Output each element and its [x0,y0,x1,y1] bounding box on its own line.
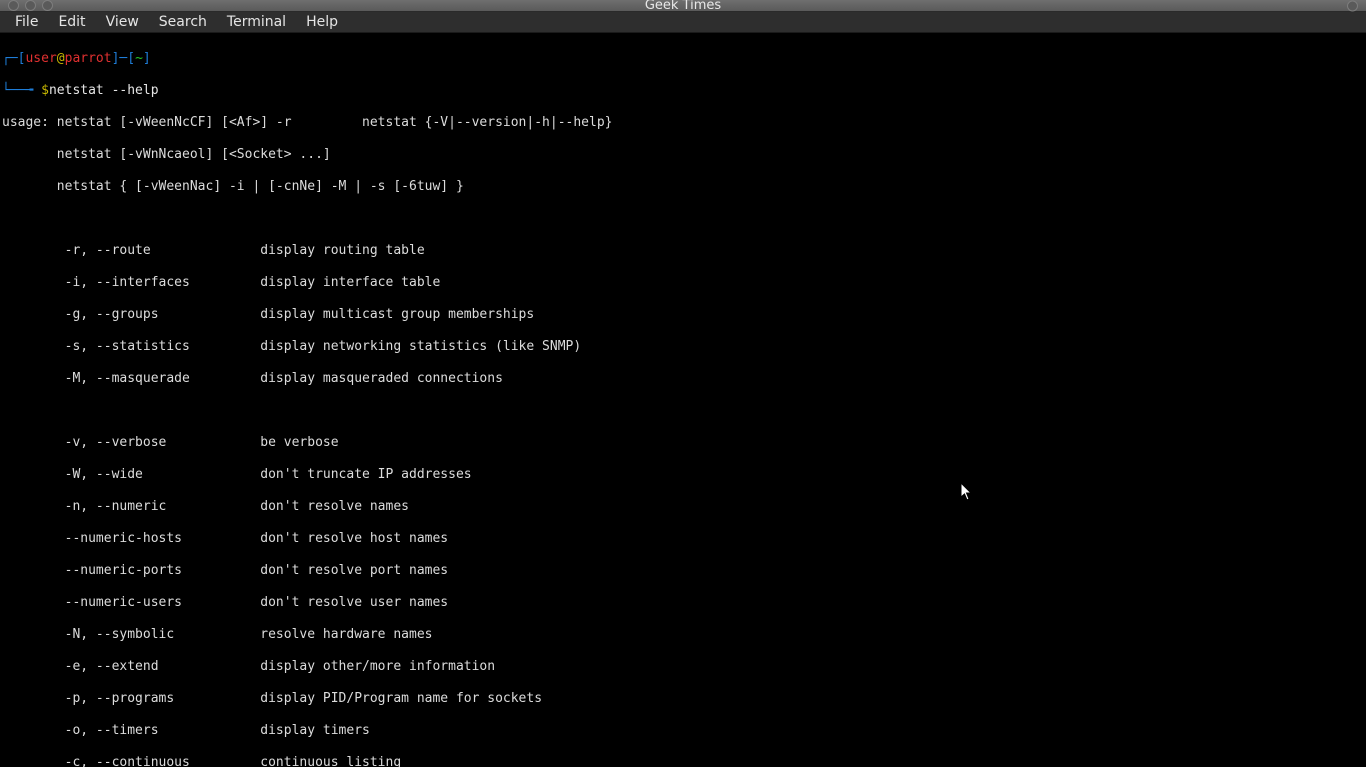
prompt-host: parrot [65,51,112,66]
prompt-user: user [25,51,56,66]
menu-help[interactable]: Help [297,12,347,32]
window-controls [0,0,53,11]
prompt-arm-1: └──╼ $netstat --help [2,83,1364,99]
output-line: usage: netstat [-vWeenNcCF] [<Af>] -r ne… [2,115,1364,131]
command-text: netstat --help [49,83,159,98]
output-line: --numeric-ports don't resolve port names [2,563,1364,579]
prompt-dollar: $ [41,83,49,98]
menu-file[interactable]: File [6,12,47,32]
output-line: -i, --interfaces display interface table [2,275,1364,291]
prompt-cwd: ~ [135,51,143,66]
output-line: -n, --numeric don't resolve names [2,499,1364,515]
terminal-window: Geek Times File Edit View Search Termina… [0,0,1366,767]
output-line: -s, --statistics display networking stat… [2,339,1364,355]
maximize-window-icon[interactable] [42,0,53,11]
prompt-sep: ]─[ [112,51,135,66]
menu-edit[interactable]: Edit [49,12,94,32]
output-line: -e, --extend display other/more informat… [2,659,1364,675]
output-blank [2,403,1364,419]
window-title: Geek Times [0,0,1366,13]
menu-terminal[interactable]: Terminal [218,12,295,32]
output-line: -r, --route display routing table [2,243,1364,259]
output-line: netstat [-vWnNcaeol] [<Socket> ...] [2,147,1364,163]
menu-search[interactable]: Search [150,12,216,32]
output-line: -W, --wide don't truncate IP addresses [2,467,1364,483]
output-line: -M, --masquerade display masqueraded con… [2,371,1364,387]
menu-view[interactable]: View [97,12,148,32]
output-line: -o, --timers display timers [2,723,1364,739]
prompt-at: @ [57,51,65,66]
titlebar[interactable]: Geek Times [0,0,1366,12]
prompt-arm: └──╼ [2,83,41,98]
output-line: netstat { [-vWeenNac] -i | [-cnNe] -M | … [2,179,1364,195]
prompt-line-1: ┌─[user@parrot]─[~] [2,51,1364,67]
output-line: --numeric-hosts don't resolve host names [2,531,1364,547]
output-blank [2,211,1364,227]
menubar: File Edit View Search Terminal Help [0,12,1366,33]
output-line: -g, --groups display multicast group mem… [2,307,1364,323]
window-extra-icon[interactable] [1347,0,1358,11]
minimize-window-icon[interactable] [25,0,36,11]
close-window-icon[interactable] [8,0,19,11]
output-line: --numeric-users don't resolve user names [2,595,1364,611]
output-line: -p, --programs display PID/Program name … [2,691,1364,707]
output-line: -v, --verbose be verbose [2,435,1364,451]
terminal-body[interactable]: ┌─[user@parrot]─[~] └──╼ $netstat --help… [0,33,1366,767]
prompt-close: ] [143,51,151,66]
output-line: -N, --symbolic resolve hardware names [2,627,1364,643]
prompt-bracket: ┌─[ [2,51,25,66]
output-line: -c, --continuous continuous listing [2,755,1364,767]
